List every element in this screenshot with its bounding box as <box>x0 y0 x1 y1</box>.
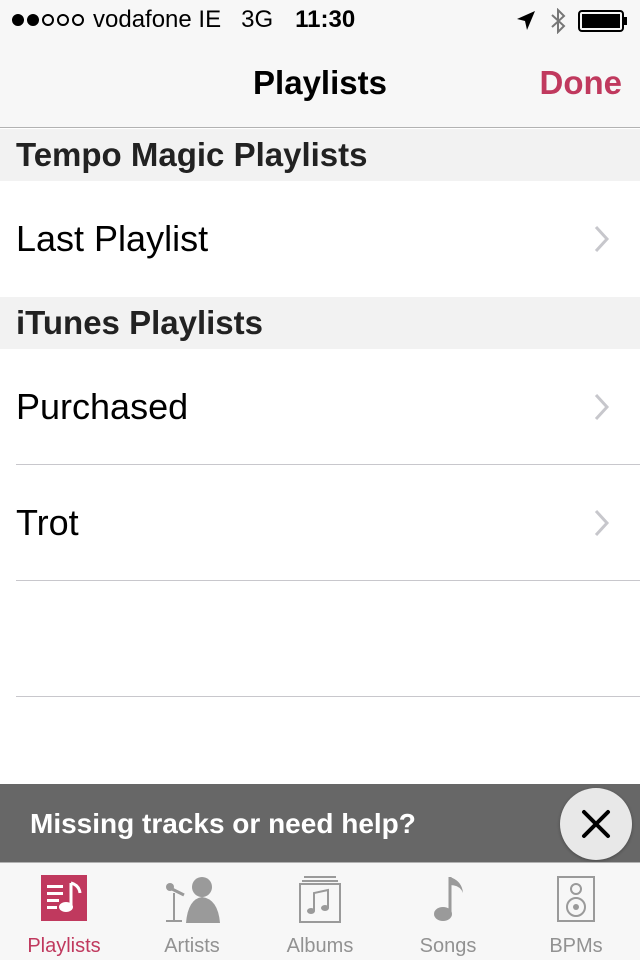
playlists-icon <box>41 875 87 921</box>
chevron-right-icon <box>594 393 610 421</box>
section-header-tempo-magic: Tempo Magic Playlists <box>0 129 640 181</box>
tab-playlists[interactable]: Playlists <box>0 863 128 960</box>
signal-strength-icon <box>12 14 87 26</box>
tab-label: Songs <box>419 935 477 957</box>
bluetooth-icon <box>551 8 566 34</box>
albums-icon <box>299 876 341 923</box>
row-separator <box>16 580 640 581</box>
help-banner[interactable]: Missing tracks or need help? <box>0 784 640 862</box>
bpms-icon <box>557 876 595 922</box>
tab-bpms[interactable]: BPMs <box>512 863 640 960</box>
help-banner-text: Missing tracks or need help? <box>30 808 416 839</box>
carrier-name: vodafone IE <box>93 6 222 33</box>
location-arrow-icon <box>517 11 535 30</box>
section-header-itunes: iTunes Playlists <box>0 297 640 349</box>
tab-bar: Playlists Artists Albums Songs BPMs <box>0 862 640 960</box>
playlist-label: Purchased <box>16 386 189 427</box>
tab-label: BPMs <box>549 935 603 957</box>
navigation-bar: Playlists Done <box>0 40 640 128</box>
chevron-right-icon <box>594 225 610 253</box>
chevron-right-icon <box>594 509 610 537</box>
playlist-row-purchased[interactable]: Purchased <box>0 349 640 465</box>
row-separator <box>16 696 640 697</box>
tab-label: Playlists <box>27 935 101 957</box>
status-bar: vodafone IE 3G 11:30 <box>0 0 640 40</box>
songs-icon <box>434 877 463 921</box>
tab-artists[interactable]: Artists <box>128 863 256 960</box>
network-type: 3G <box>241 6 274 33</box>
tab-songs[interactable]: Songs <box>384 863 512 960</box>
tab-albums[interactable]: Albums <box>256 863 384 960</box>
tab-label: Albums <box>286 935 354 957</box>
playlist-label: Trot <box>16 502 79 543</box>
done-button[interactable]: Done <box>540 64 623 102</box>
playlist-row-last-playlist[interactable]: Last Playlist <box>0 181 640 297</box>
playlist-label: Last Playlist <box>16 218 209 259</box>
playlist-row-trot[interactable]: Trot <box>0 465 640 581</box>
close-icon <box>582 810 610 838</box>
battery-icon <box>578 10 627 32</box>
tab-label: Artists <box>164 935 220 957</box>
close-banner-button[interactable] <box>560 788 632 860</box>
artists-icon <box>166 877 220 923</box>
screen: vodafone IE 3G 11:30 Playlists Done Temp… <box>0 0 640 960</box>
status-time: 11:30 <box>295 6 356 33</box>
